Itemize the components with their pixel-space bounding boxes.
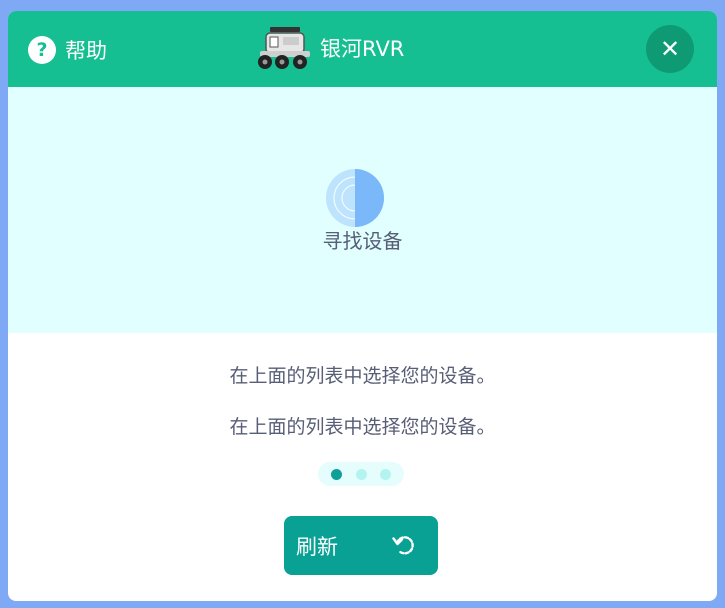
step-dot-active (331, 468, 343, 480)
instruction-text: 在上面的列表中选择您的设备。 (229, 365, 496, 387)
help-button[interactable]: ? 帮助 (28, 35, 107, 65)
step-indicator (318, 462, 404, 486)
scanning-area: 寻找设备 (8, 87, 717, 333)
close-icon: ✕ (659, 35, 681, 63)
step-dot (379, 468, 391, 480)
dialog-header: ? 帮助 银河RVR ✕ (8, 11, 717, 87)
scanning-label: 寻找设备 (322, 229, 403, 253)
radar-icon (326, 169, 384, 227)
dialog-title-group: 银河RVR (256, 25, 404, 71)
connection-dialog: ? 帮助 银河RVR ✕ 寻找设备 在上面的列表中选择您的设备。 在上面的列表中… (8, 11, 717, 601)
dialog-title: 银河RVR (320, 37, 405, 61)
rover-icon (258, 27, 310, 69)
question-circle-icon: ? (28, 36, 56, 64)
close-button[interactable]: ✕ (646, 25, 694, 73)
instruction-text: 在上面的列表中选择您的设备。 (229, 416, 496, 438)
step-dot (355, 468, 367, 480)
refresh-button[interactable]: 刷新 (284, 516, 438, 575)
help-label: 帮助 (65, 39, 107, 63)
refresh-icon (392, 536, 414, 555)
refresh-label: 刷新 (296, 534, 338, 559)
